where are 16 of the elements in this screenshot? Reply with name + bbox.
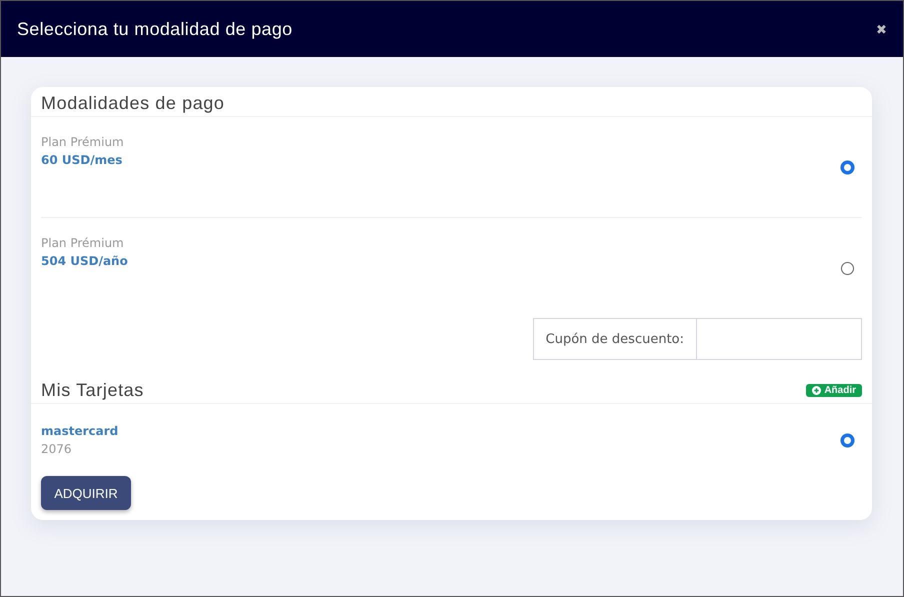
dialog-title: Selecciona tu modalidad de pago [17, 18, 292, 40]
plan-price: 60 USD/mes [41, 153, 124, 167]
plan-radio[interactable] [841, 262, 854, 274]
section-title: Modalidades de pago [41, 93, 225, 114]
card-radio[interactable] [841, 434, 854, 446]
plan-price: 504 USD/año [41, 254, 128, 268]
plan-radio[interactable] [841, 160, 854, 174]
plan-name: Plan Prémium [41, 135, 124, 149]
section-title: Mis Tarjetas [41, 380, 144, 401]
plan-name: Plan Prémium [41, 236, 125, 250]
coupon-field[interactable]: Cupón de descuento: [532, 318, 862, 360]
card-number: 2076 [41, 442, 73, 456]
plus-icon [812, 386, 822, 395]
buy-button[interactable]: ADQUIRIR [41, 476, 131, 510]
card-brand: mastercard [41, 424, 118, 438]
close-button[interactable]: ✖ [876, 22, 887, 36]
